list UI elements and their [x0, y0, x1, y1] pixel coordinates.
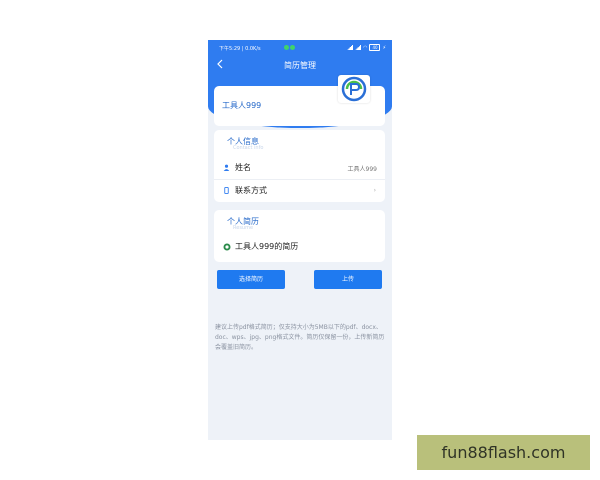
resume-file-row[interactable]: 工具人999的简历	[214, 239, 385, 255]
signal-icon	[347, 45, 354, 50]
battery-icon: 40	[369, 44, 381, 51]
name-label: 姓名	[235, 163, 251, 172]
nav-bar: 简历管理	[208, 56, 392, 74]
username: 工具人999	[222, 101, 262, 110]
upload-button[interactable]: 上传	[314, 270, 382, 289]
charging-icon: ⚡	[382, 44, 386, 51]
contact-label: 联系方式	[235, 186, 267, 195]
phone-icon	[224, 187, 229, 194]
upload-note: 建议上传pdf格式简历；仅支持大小为5MB以下的pdf、docx、doc、wps…	[215, 324, 385, 351]
signal-icon	[355, 45, 362, 50]
status-time: 下午5:29 | 0.0K/s	[219, 46, 261, 52]
name-value: 工具人999	[347, 166, 377, 173]
contact-row[interactable]: 联系方式 ›	[214, 180, 385, 202]
app-logo	[338, 75, 370, 103]
resume-section: 个人简历 Resume 工具人999的简历	[214, 210, 385, 262]
section-subtitle: Contact info	[233, 145, 264, 151]
status-bar: 下午5:29 | 0.0K/s ◠ 40 ⚡	[208, 40, 392, 54]
choose-resume-button[interactable]: 选择简历	[217, 270, 285, 289]
name-row[interactable]: 姓名 工具人999	[214, 157, 385, 180]
status-icons: ◠ 40 ⚡	[347, 44, 386, 51]
app-indicator-icon	[284, 45, 289, 50]
watermark: fun88flash.com	[417, 435, 590, 470]
wifi-icon: ◠	[363, 44, 368, 51]
personal-info-section: 个人信息 Contact info 姓名 工具人999 联系方式 ›	[214, 130, 385, 202]
resume-file-icon	[223, 243, 231, 251]
section-subtitle: Resume	[233, 225, 254, 231]
resume-file-label: 工具人999的简历	[235, 242, 299, 251]
page-title: 简历管理	[284, 61, 316, 70]
chevron-right-icon: ›	[373, 187, 376, 194]
phone-screen: 下午5:29 | 0.0K/s ◠ 40 ⚡ 简历管理 工具人999 个人信息 …	[208, 40, 392, 440]
person-icon	[223, 164, 230, 171]
app-indicator-icon	[290, 45, 295, 50]
